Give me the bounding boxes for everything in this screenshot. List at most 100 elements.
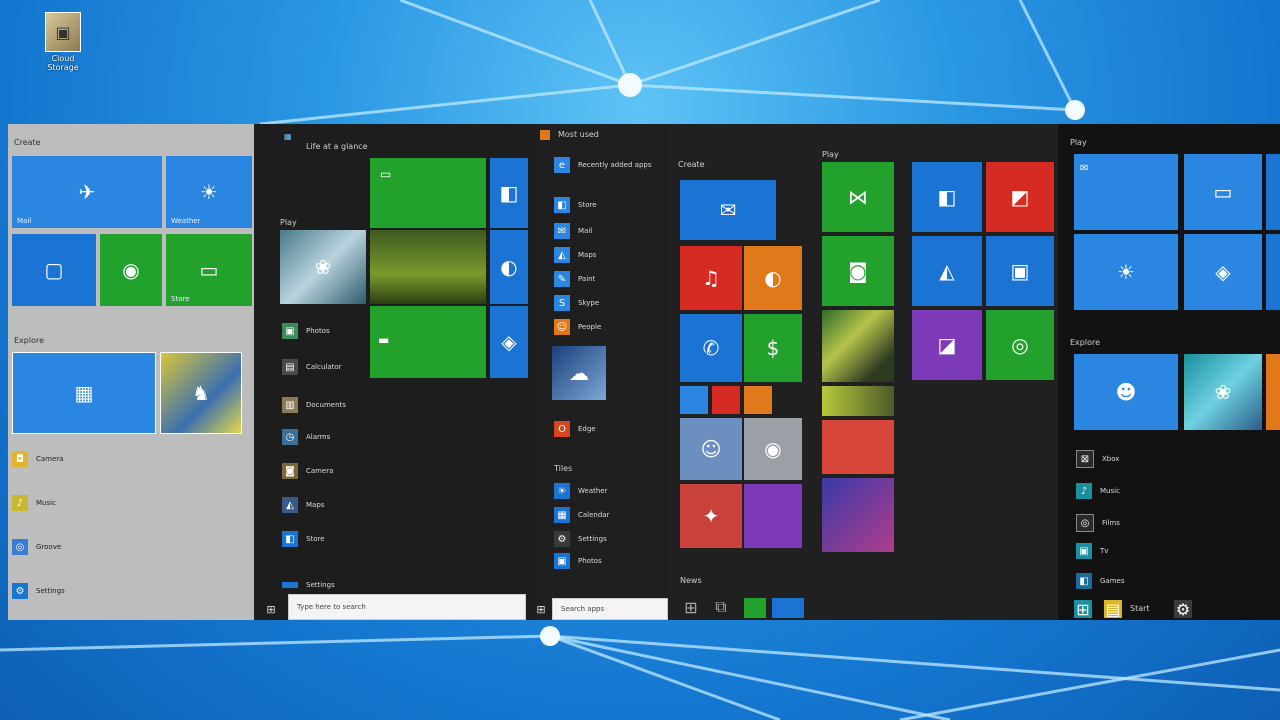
money-tile[interactable]: $: [744, 314, 802, 382]
money-tile[interactable]: ▬: [370, 306, 486, 378]
list-item[interactable]: ✉ Mail: [554, 222, 592, 240]
search-box[interactable]: Type here to search: [288, 594, 526, 620]
onenote-tile[interactable]: [744, 484, 802, 548]
list-item[interactable]: Settings: [282, 576, 335, 594]
flipboard-tile[interactable]: ◩: [986, 162, 1054, 232]
list-item[interactable]: ◧ Store: [282, 530, 325, 548]
list-item[interactable]: ☀ Weather: [554, 482, 607, 500]
store-tile[interactable]: ◈: [1184, 234, 1262, 310]
photos-tile[interactable]: ▭: [1184, 154, 1262, 230]
edge-tile[interactable]: [1266, 154, 1280, 230]
office-tile[interactable]: ◐: [744, 246, 802, 310]
list-item[interactable]: ◷ Alarms: [282, 428, 330, 446]
list-item[interactable]: ◎ Groove: [12, 538, 61, 556]
group-header: Play: [1070, 138, 1087, 147]
store-tile[interactable]: ▭ Store: [166, 234, 252, 306]
calendar-tile[interactable]: ▦: [12, 352, 156, 434]
preview-tile[interactable]: ☁: [552, 346, 606, 400]
calendar-icon: ◈: [501, 330, 517, 354]
list-item[interactable]: ▣ Tv: [1076, 542, 1108, 560]
search-box[interactable]: Search apps: [552, 598, 668, 620]
list-item[interactable]: ▦ Calendar: [554, 506, 609, 524]
folder-icon[interactable]: ▤: [1104, 600, 1122, 618]
list-item[interactable]: ◭ Maps: [554, 246, 596, 264]
store-tile[interactable]: ◧: [912, 162, 982, 232]
games-tile[interactable]: ♞: [160, 352, 242, 434]
photo-live-tile[interactable]: ❀: [280, 230, 366, 304]
calendar-icon: ▦: [74, 381, 94, 405]
small-tile[interactable]: [680, 386, 708, 414]
small-tile[interactable]: [822, 386, 894, 416]
small-tile[interactable]: [712, 386, 740, 414]
mail-tile[interactable]: ✉: [680, 180, 776, 240]
gear-icon[interactable]: ⚙: [1174, 600, 1192, 618]
list-item[interactable]: ✎ Paint: [554, 270, 595, 288]
windows-icon[interactable]: ⊞: [534, 602, 548, 616]
list-item[interactable]: ▥ Documents: [282, 396, 346, 414]
weather-tile[interactable]: ☀ Weather: [166, 156, 252, 228]
taskbar-app-icon[interactable]: [772, 598, 804, 618]
photo-live-tile[interactable]: ❀: [1184, 354, 1262, 430]
list-item[interactable]: ♪ Music: [12, 494, 56, 512]
money-tile[interactable]: ◎: [986, 310, 1054, 380]
windows-icon[interactable]: ⊞: [684, 600, 698, 614]
list-item[interactable]: ⚙ Settings: [554, 530, 607, 548]
games-tile[interactable]: ◙: [822, 236, 894, 306]
windows-icon[interactable]: ⊞: [1074, 600, 1092, 618]
news-tile[interactable]: [370, 230, 486, 304]
news-tile[interactable]: [1266, 354, 1280, 430]
taskbar-app-icon[interactable]: [744, 598, 766, 618]
list-item[interactable]: ⊠ Xbox: [1076, 450, 1119, 468]
weather-tile[interactable]: ☀: [1074, 234, 1178, 310]
edge-tile[interactable]: ◭: [912, 236, 982, 306]
photos-tile[interactable]: ▣: [986, 236, 1054, 306]
xbox-tile[interactable]: ▭: [370, 158, 486, 228]
list-item-label: Calculator: [306, 363, 342, 371]
games-tile[interactable]: ☻: [1074, 354, 1178, 430]
desktop-icon[interactable]: ▣ Cloud Storage: [40, 12, 86, 76]
list-item-label: Camera: [306, 467, 334, 475]
list-item[interactable]: ◧ Games: [1076, 572, 1125, 590]
list-item[interactable]: ◧ Store: [554, 196, 597, 214]
list-item[interactable]: S Skype: [554, 294, 599, 312]
small-tile[interactable]: [744, 386, 772, 414]
list-item[interactable]: ▣ Photos: [554, 552, 602, 570]
list-item[interactable]: e Recently added apps: [554, 156, 651, 174]
list-item[interactable]: ◙ Camera: [282, 462, 333, 480]
list-item[interactable]: ♪ Music: [1076, 482, 1120, 500]
news-tile[interactable]: [822, 420, 894, 474]
list-item[interactable]: ▣ Photos: [282, 322, 330, 340]
list-item[interactable]: ⚙ Settings: [12, 582, 65, 600]
xbox-tile[interactable]: ⋈: [822, 162, 894, 232]
edge-tile[interactable]: ◐: [490, 230, 528, 304]
store-icon: ◧: [554, 197, 570, 213]
phone-tile[interactable]: ✆: [680, 314, 742, 382]
video-tile[interactable]: ✦: [680, 484, 742, 548]
photo-live-tile[interactable]: [822, 310, 894, 382]
xbox-tile[interactable]: [1266, 234, 1280, 310]
xbox-tile[interactable]: ◉: [100, 234, 162, 306]
photo-icon: ❀: [314, 255, 332, 279]
game-tile[interactable]: [822, 478, 894, 552]
list-item[interactable]: ▤ Calculator: [282, 358, 342, 376]
camera-tile[interactable]: ◉: [744, 418, 802, 480]
list-item[interactable]: ◎ Films: [1076, 514, 1120, 532]
windows-icon[interactable]: ⊞: [264, 602, 278, 616]
list-item-label: Mail: [578, 227, 593, 235]
onenote-tile[interactable]: ◪: [912, 310, 982, 380]
list-item-label: Weather: [578, 487, 608, 495]
list-item[interactable]: O Edge: [554, 420, 596, 438]
paint-icon: ✎: [554, 271, 570, 287]
plane-icon: ✈: [78, 180, 96, 204]
photos-tile[interactable]: ▢: [12, 234, 96, 306]
people-tile[interactable]: ☺: [680, 418, 742, 480]
mail-tile[interactable]: ✈ Mail: [12, 156, 162, 228]
music-tile[interactable]: ♫: [680, 246, 742, 310]
calendar-tile[interactable]: ◈: [490, 306, 528, 378]
list-item[interactable]: ☺ People: [554, 318, 601, 336]
list-item[interactable]: ◭ Maps: [282, 496, 324, 514]
store-tile[interactable]: ◧: [490, 158, 528, 228]
mail-tile[interactable]: ✉: [1074, 154, 1178, 230]
list-item[interactable]: ◘ Camera: [12, 450, 63, 468]
task-view-icon[interactable]: ⧉: [714, 600, 728, 614]
